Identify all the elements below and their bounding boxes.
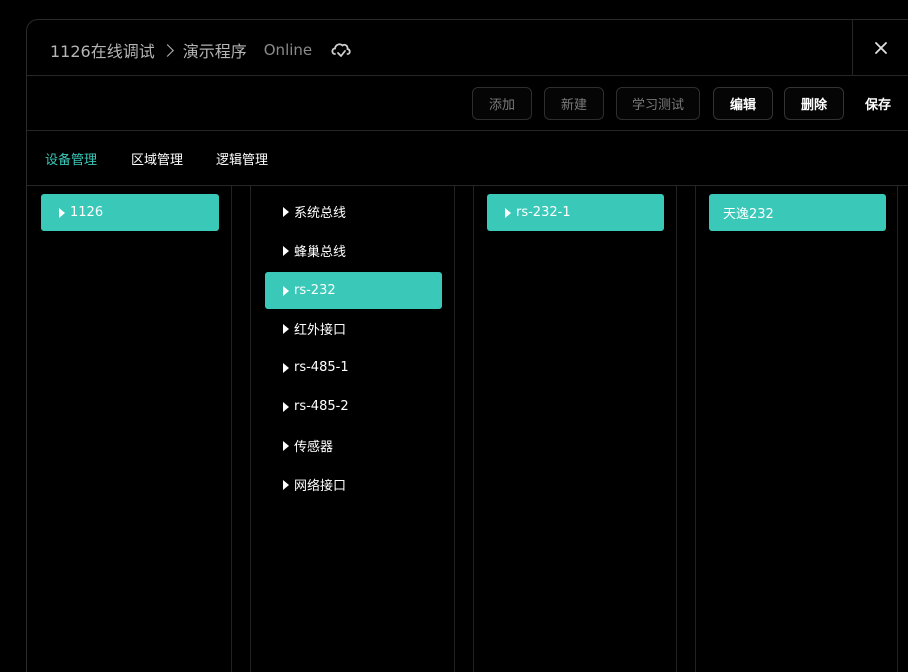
caret-right-icon	[283, 479, 289, 490]
caret-right-icon	[283, 323, 289, 334]
list-item-label: rs-232-1	[516, 205, 571, 220]
debug-panel: 1126在线调试 演示程序 Online 添加 新建 学习测试 编辑 删除 保存	[26, 19, 908, 672]
list-item-label: 系统总线	[294, 206, 347, 221]
interface-item-rs-485-2[interactable]: rs-485-2	[265, 388, 442, 425]
list-item-label: 天逸232	[723, 207, 774, 222]
tab-bar: 设备管理 区域管理 逻辑管理	[27, 131, 908, 186]
delete-button[interactable]: 删除	[784, 87, 844, 120]
add-button[interactable]: 添加	[472, 87, 532, 120]
close-button[interactable]	[852, 20, 908, 76]
interface-item-sensor[interactable]: 传感器	[265, 427, 442, 464]
save-button[interactable]: 保存	[857, 87, 899, 120]
cloud-sync-icon	[330, 41, 352, 59]
caret-right-icon	[283, 362, 289, 373]
list-item-label: 蜂巢总线	[294, 245, 347, 260]
online-status: Online	[263, 41, 313, 59]
close-icon	[875, 42, 887, 54]
interface-item-hive-bus[interactable]: 蜂巢总线	[265, 232, 442, 269]
edit-button[interactable]: 编辑	[713, 87, 773, 120]
caret-right-icon	[505, 207, 511, 218]
caret-right-icon	[283, 285, 289, 296]
tab-logic-management[interactable]: 逻辑管理	[216, 149, 268, 168]
interface-item-system-bus[interactable]: 系统总线	[265, 193, 442, 230]
new-button[interactable]: 新建	[544, 87, 604, 120]
list-item-label: rs-232	[294, 283, 336, 298]
chevron-right-icon	[160, 43, 174, 57]
caret-right-icon	[283, 401, 289, 412]
device-item-column: 天逸232	[695, 185, 898, 672]
breadcrumb-item-device[interactable]: 1126在线调试	[50, 38, 155, 62]
device-item-1126[interactable]: 1126	[41, 194, 219, 231]
caret-right-icon	[59, 207, 65, 218]
list-item-label: 1126	[70, 205, 104, 220]
breadcrumb: 1126在线调试 演示程序 Online	[50, 38, 352, 62]
toolbar: 添加 新建 学习测试 编辑 删除 保存	[27, 76, 908, 131]
list-item-label: 传感器	[294, 440, 334, 455]
port-item-rs-232-1[interactable]: rs-232-1	[487, 194, 664, 231]
interface-item-rs-232[interactable]: rs-232	[265, 272, 442, 309]
device-column: 1126	[27, 185, 232, 672]
list-item-label: rs-485-2	[294, 399, 349, 414]
breadcrumb-item-program[interactable]: 演示程序	[183, 38, 247, 62]
interface-item-infrared[interactable]: 红外接口	[265, 310, 442, 347]
caret-right-icon	[283, 206, 289, 217]
caret-right-icon	[283, 245, 289, 256]
interface-column: 系统总线 蜂巢总线 rs-232 红外接口 rs-485-1 rs-485-2 …	[250, 185, 455, 672]
list-item-label: rs-485-1	[294, 360, 349, 375]
item-tianyi-232[interactable]: 天逸232	[709, 194, 886, 231]
list-item-label: 网络接口	[294, 479, 347, 494]
panel-header: 1126在线调试 演示程序 Online	[27, 20, 908, 76]
tab-device-management[interactable]: 设备管理	[45, 149, 97, 168]
caret-right-icon	[283, 440, 289, 451]
tab-area-management[interactable]: 区域管理	[131, 149, 183, 168]
interface-item-network[interactable]: 网络接口	[265, 466, 442, 503]
learn-test-button[interactable]: 学习测试	[616, 87, 700, 120]
port-column: rs-232-1	[473, 185, 677, 672]
interface-item-rs-485-1[interactable]: rs-485-1	[265, 349, 442, 386]
list-item-label: 红外接口	[294, 323, 347, 338]
